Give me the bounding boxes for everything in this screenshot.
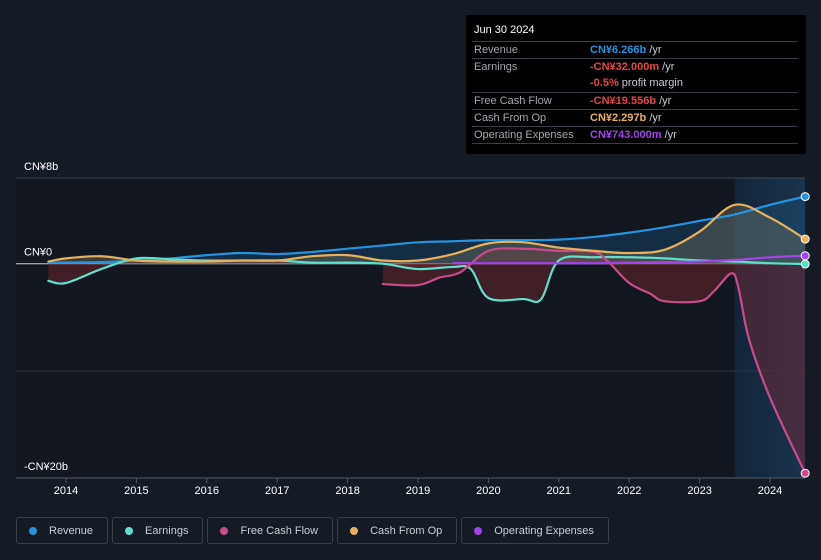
free-cash-flow-endpoint bbox=[800, 468, 810, 478]
tooltip-value: CN¥743.000m /yr bbox=[590, 129, 677, 141]
legend-dot-icon bbox=[350, 526, 359, 535]
legend: Revenue Earnings Free Cash Flow Cash From O… bbox=[16, 517, 609, 545]
x-tick-label: 2021 bbox=[547, 485, 571, 497]
x-tick-label: 2014 bbox=[54, 485, 78, 497]
legend-label: Operating Expenses bbox=[494, 524, 594, 537]
y-tick-label: -CN¥20b bbox=[24, 461, 68, 473]
x-tick-label: 2017 bbox=[265, 485, 289, 497]
legend-label: Earnings bbox=[145, 524, 189, 537]
tooltip-value: -0.5% profit margin bbox=[590, 77, 683, 89]
legend-label: Revenue bbox=[49, 524, 94, 537]
x-tick-label: 2015 bbox=[124, 485, 148, 497]
legend-item-earnings[interactable]: Earnings bbox=[112, 517, 204, 544]
plot-background bbox=[16, 178, 735, 478]
tooltip-value: CN¥6.266b /yr bbox=[590, 44, 662, 56]
legend-dot-icon bbox=[220, 526, 229, 535]
legend-item-revenue[interactable]: Revenue bbox=[16, 517, 109, 544]
cash-from-op-endpoint bbox=[800, 234, 810, 244]
operating-expenses-endpoint bbox=[800, 251, 810, 261]
x-tick-label: 2018 bbox=[335, 485, 359, 497]
tooltip-row: Free Cash Flow -CN¥19.556b /yr bbox=[472, 92, 798, 110]
tooltip-row: Cash From Op CN¥2.297b /yr bbox=[472, 109, 798, 127]
y-tick-label: CN¥8b bbox=[24, 161, 58, 173]
x-tick-label: 2024 bbox=[758, 485, 782, 497]
tooltip-value: -CN¥19.556b /yr bbox=[590, 95, 672, 107]
tooltip-value: CN¥2.297b /yr bbox=[590, 112, 662, 124]
legend-item-free-cash-flow[interactable]: Free Cash Flow bbox=[207, 517, 334, 544]
tooltip-row: -0.5% profit margin bbox=[472, 75, 798, 92]
legend-item-cash-from-op[interactable]: Cash From Op bbox=[337, 517, 458, 544]
tooltip-value: -CN¥32.000m /yr bbox=[590, 61, 675, 73]
legend-item-operating-expenses[interactable]: Operating Expenses bbox=[461, 517, 609, 544]
legend-dot-icon bbox=[125, 526, 134, 535]
legend-label: Free Cash Flow bbox=[240, 524, 319, 537]
tooltip-label: Earnings bbox=[474, 61, 518, 73]
y-tick-label: CN¥0 bbox=[24, 247, 52, 259]
tooltip-label: Operating Expenses bbox=[474, 129, 574, 141]
tooltip-label: Revenue bbox=[474, 44, 519, 56]
revenue-endpoint bbox=[800, 192, 810, 202]
legend-dot-icon bbox=[29, 526, 37, 535]
legend-dot-icon bbox=[474, 526, 483, 535]
x-tick-label: 2016 bbox=[195, 485, 219, 497]
x-tick-label: 2020 bbox=[476, 485, 500, 497]
tooltip-row: Earnings -CN¥32.000m /yr bbox=[472, 58, 798, 76]
tooltip-row: Operating Expenses CN¥743.000m /yr bbox=[472, 126, 798, 144]
tooltip-date: Jun 30 2024 bbox=[474, 24, 535, 36]
tooltip: Jun 30 2024 Revenue CN¥6.266b /yr Earnings… bbox=[466, 15, 806, 154]
earnings-endpoint bbox=[800, 259, 810, 269]
legend-label: Cash From Op bbox=[370, 524, 443, 537]
x-tick-label: 2023 bbox=[687, 485, 711, 497]
x-tick-label: 2019 bbox=[406, 485, 430, 497]
x-tick-label: 2022 bbox=[617, 485, 641, 497]
tooltip-label: Cash From Op bbox=[474, 112, 547, 124]
tooltip-label: Free Cash Flow bbox=[474, 95, 552, 107]
tooltip-divider bbox=[472, 143, 798, 144]
tooltip-row: Revenue CN¥6.266b /yr bbox=[472, 41, 798, 59]
